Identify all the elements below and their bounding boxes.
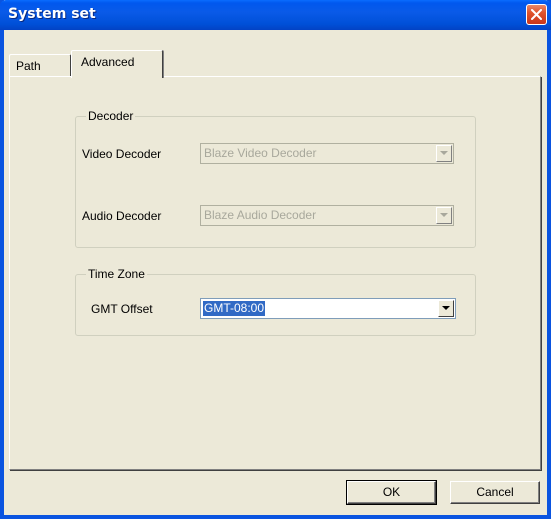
audio-decoder-select[interactable]: Blaze Audio Decoder bbox=[200, 205, 454, 226]
video-decoder-value: Blaze Video Decoder bbox=[204, 146, 317, 160]
gmt-offset-select[interactable]: GMT-08:00 bbox=[200, 298, 456, 319]
tab-advanced[interactable]: Advanced bbox=[71, 50, 163, 78]
chevron-down-icon bbox=[440, 213, 448, 217]
time-zone-group: Time Zone GMT Offset GMT-08:00 bbox=[75, 267, 476, 336]
gmt-offset-dropdown-button[interactable] bbox=[438, 300, 454, 317]
tab-advanced-label: Advanced bbox=[81, 55, 135, 69]
audio-decoder-label: Audio Decoder bbox=[82, 209, 162, 223]
advanced-tab-panel: Decoder Video Decoder Blaze Video Decode… bbox=[9, 76, 541, 470]
audio-decoder-dropdown-button[interactable] bbox=[436, 207, 452, 224]
window-title: System set bbox=[8, 6, 96, 22]
ok-button[interactable]: OK bbox=[346, 480, 437, 505]
video-decoder-label: Video Decoder bbox=[82, 147, 162, 161]
gmt-offset-value: GMT-08:00 bbox=[203, 301, 266, 316]
time-zone-group-legend: Time Zone bbox=[86, 267, 147, 281]
close-button[interactable] bbox=[526, 4, 547, 25]
tab-path-label: Path bbox=[16, 59, 41, 73]
cancel-button[interactable]: Cancel bbox=[450, 481, 540, 504]
video-decoder-dropdown-button[interactable] bbox=[436, 145, 452, 162]
chevron-down-icon bbox=[440, 151, 448, 155]
decoder-group: Decoder Video Decoder Blaze Video Decode… bbox=[75, 109, 476, 248]
video-decoder-select[interactable]: Blaze Video Decoder bbox=[200, 143, 454, 164]
close-icon bbox=[531, 9, 542, 20]
chevron-down-icon bbox=[442, 306, 450, 310]
tab-path[interactable]: Path bbox=[9, 54, 71, 76]
audio-decoder-value: Blaze Audio Decoder bbox=[204, 208, 317, 222]
gmt-offset-label: GMT Offset bbox=[91, 302, 153, 316]
decoder-group-legend: Decoder bbox=[86, 109, 136, 123]
title-bar[interactable]: System set bbox=[0, 0, 551, 30]
